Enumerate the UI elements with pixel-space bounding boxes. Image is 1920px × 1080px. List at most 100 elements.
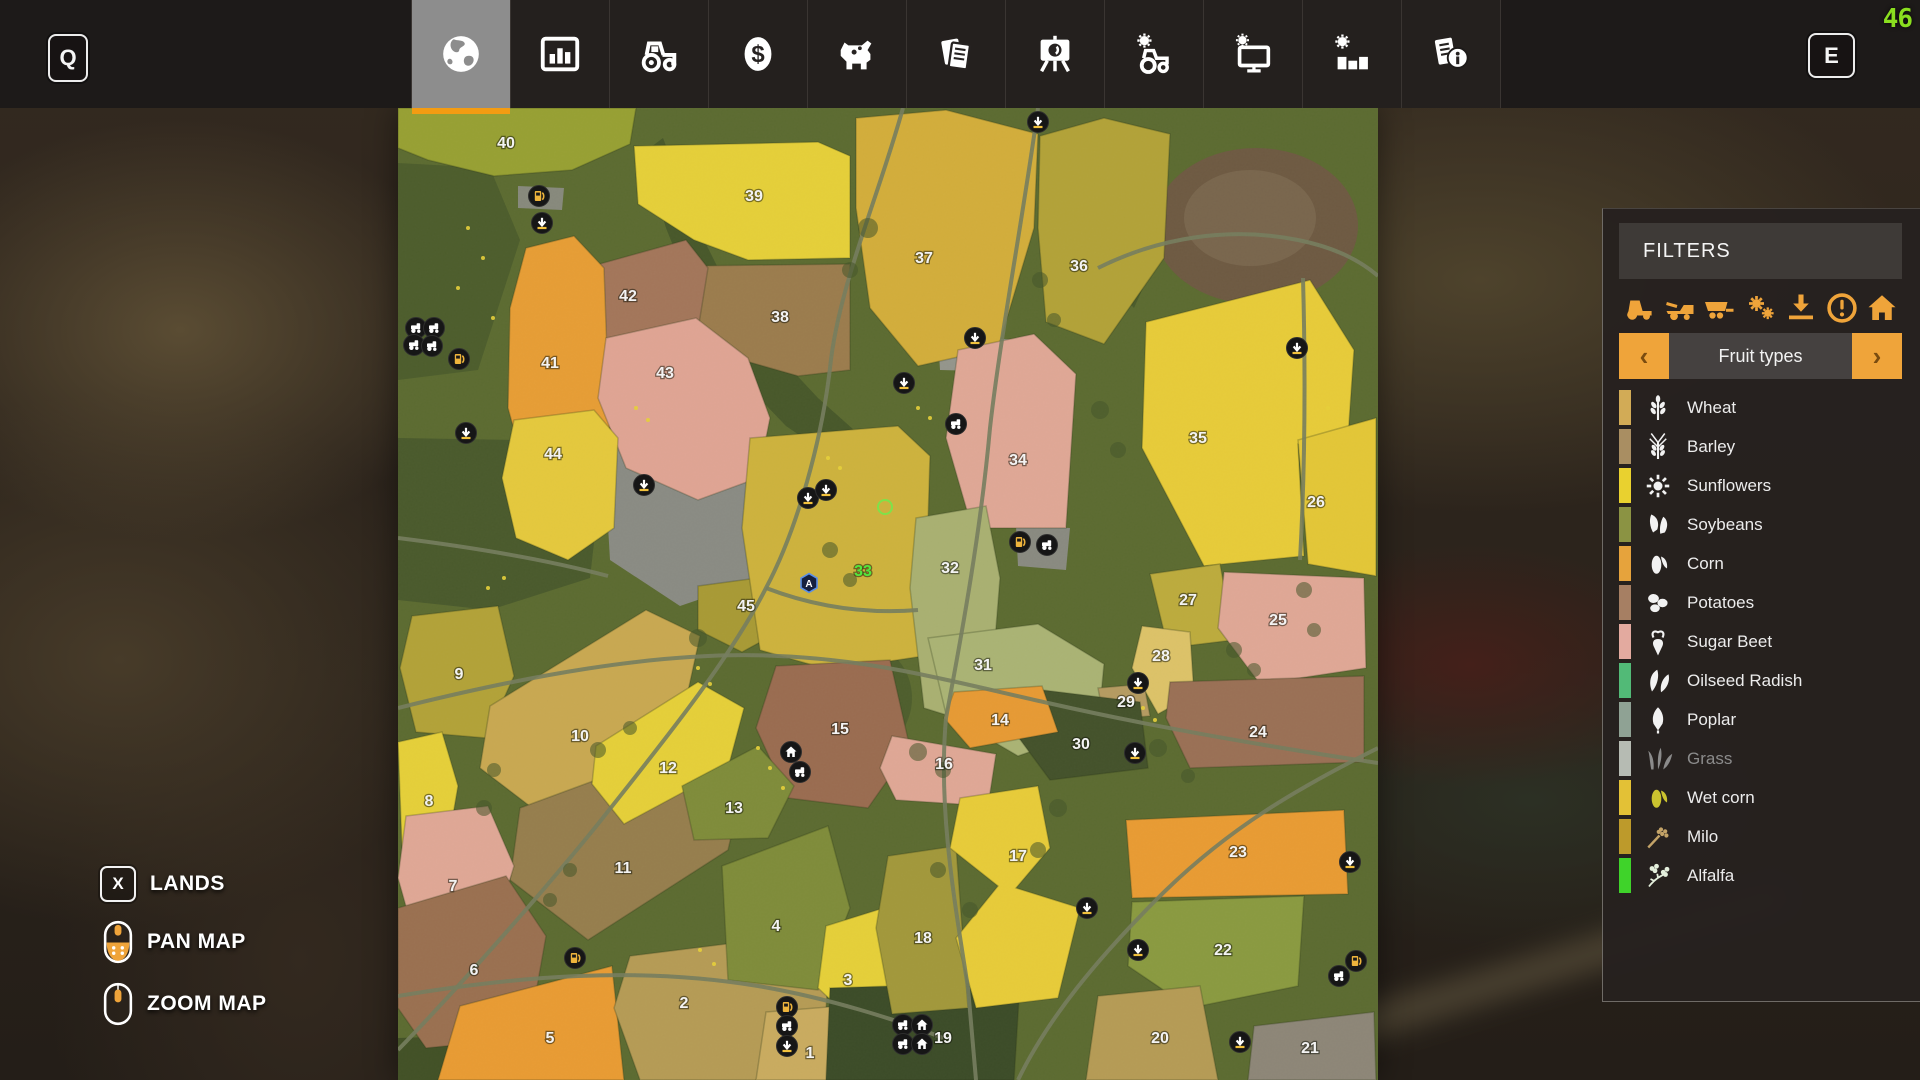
hotspot-download-icon[interactable] xyxy=(777,1036,798,1057)
fruit-filter-sunflowers[interactable]: Sunflowers xyxy=(1619,466,1902,505)
fruit-filter-potatoes[interactable]: Potatoes xyxy=(1619,583,1902,622)
sunflower-icon xyxy=(1643,471,1673,501)
fruit-filter-grass[interactable]: Grass xyxy=(1619,739,1902,778)
fruit-filter-wheat[interactable]: Wheat xyxy=(1619,388,1902,427)
fruit-filter-milo[interactable]: Milo xyxy=(1619,817,1902,856)
fruit-label: Soybeans xyxy=(1687,515,1763,535)
fruit-filter-corn[interactable]: Corn xyxy=(1619,544,1902,583)
hotspot-download-icon[interactable] xyxy=(634,475,655,496)
hotspot-vehicle-icon[interactable] xyxy=(946,414,967,435)
hotspot-fuel-icon[interactable] xyxy=(1010,532,1031,553)
field-number-22: 22 xyxy=(1214,942,1232,959)
hotspot-vehicle-icon[interactable] xyxy=(893,1034,914,1055)
tab-garage[interactable] xyxy=(1104,0,1203,108)
hotspot-download-icon[interactable] xyxy=(1028,112,1049,133)
tab-vehicles[interactable] xyxy=(609,0,708,108)
field-number-4: 4 xyxy=(772,918,781,935)
map-controls-legend: X LANDS PAN MAP ZOOM MAP xyxy=(100,866,267,1044)
monitor-gear-icon xyxy=(1230,31,1276,77)
tab-ai-workers[interactable] xyxy=(1203,0,1302,108)
hotspot-fuel-icon[interactable] xyxy=(449,349,470,370)
hotspot-vehicle-icon[interactable] xyxy=(1329,966,1350,987)
field-number-14: 14 xyxy=(991,712,1009,729)
hotspot-vehicle-icon[interactable] xyxy=(422,336,443,357)
hotspot-download-icon[interactable] xyxy=(456,423,477,444)
hotspot-fuel-icon[interactable] xyxy=(777,997,798,1018)
hotspot-vehicle-icon[interactable] xyxy=(893,1015,914,1036)
hotspot-download-icon[interactable] xyxy=(965,328,986,349)
hotspot-vehicle-icon[interactable] xyxy=(777,1016,798,1037)
hotspot-download-icon[interactable] xyxy=(1128,940,1149,961)
globe-icon xyxy=(438,31,484,77)
svg-text:$: $ xyxy=(751,41,764,68)
field-number-29: 29 xyxy=(1117,694,1135,711)
field-number-38: 38 xyxy=(771,309,789,326)
filter-house-icon[interactable] xyxy=(1864,290,1900,326)
info-icon xyxy=(1428,31,1474,77)
fruit-color-swatch xyxy=(1619,624,1631,659)
fruit-label: Wet corn xyxy=(1687,788,1755,808)
contracts-icon xyxy=(933,31,979,77)
field-number-23: 23 xyxy=(1229,844,1247,861)
tab-finances[interactable]: $ xyxy=(708,0,807,108)
fruit-color-swatch xyxy=(1619,858,1631,893)
category-prev-button[interactable]: ‹ xyxy=(1619,333,1669,379)
hotspot-vehicle-icon[interactable] xyxy=(1037,535,1058,556)
fruit-filter-oilseed-radish[interactable]: Oilseed Radish xyxy=(1619,661,1902,700)
fruit-filter-poplar[interactable]: Poplar xyxy=(1619,700,1902,739)
tab-map[interactable] xyxy=(411,0,510,108)
field-number-44: 44 xyxy=(544,446,562,463)
hotspot-fuel-icon[interactable] xyxy=(1346,951,1367,972)
lands-control[interactable]: X LANDS xyxy=(100,866,267,902)
map-viewport[interactable]: A403938373635264241434434453332312725282… xyxy=(398,108,1378,1080)
fruit-filter-barley[interactable]: Barley xyxy=(1619,427,1902,466)
hotspot-house-icon[interactable] xyxy=(912,1034,933,1055)
hotkey-e-button[interactable]: E xyxy=(1808,33,1855,78)
tab-production-chains[interactable] xyxy=(1005,0,1104,108)
filter-download-icon[interactable] xyxy=(1783,290,1819,326)
hotspot-house-icon[interactable] xyxy=(912,1015,933,1036)
hotspot-download-icon[interactable] xyxy=(1125,743,1146,764)
hotspot-download-icon[interactable] xyxy=(1340,852,1361,873)
filter-harvester-icon[interactable] xyxy=(1662,290,1698,326)
hotspot-fuel-icon[interactable] xyxy=(529,186,550,207)
farm-map-svg[interactable]: A403938373635264241434434453332312725282… xyxy=(398,108,1378,1080)
hotspot-download-icon[interactable] xyxy=(1230,1032,1251,1053)
hotspot-vehicle-icon[interactable] xyxy=(790,762,811,783)
corn-icon xyxy=(1643,549,1673,579)
fruit-label: Potatoes xyxy=(1687,593,1754,613)
field-number-13: 13 xyxy=(725,800,743,817)
fruit-filter-soybeans[interactable]: Soybeans xyxy=(1619,505,1902,544)
fruit-filter-sugar-beet[interactable]: Sugar Beet xyxy=(1619,622,1902,661)
tab-productions[interactable] xyxy=(1302,0,1401,108)
fruit-filter-alfalfa[interactable]: Alfalfa xyxy=(1619,856,1902,895)
hotspot-download-icon[interactable] xyxy=(1128,673,1149,694)
filter-tractor-icon[interactable] xyxy=(1621,290,1657,326)
hotspot-download-icon[interactable] xyxy=(894,373,915,394)
hotspot-fuel-icon[interactable] xyxy=(565,948,586,969)
fruit-color-swatch xyxy=(1619,429,1631,464)
x-key-icon: X xyxy=(100,866,136,902)
filter-trailer-icon[interactable] xyxy=(1702,290,1738,326)
fruit-label: Sugar Beet xyxy=(1687,632,1772,652)
filter-warning-icon[interactable] xyxy=(1824,290,1860,326)
soybeans-icon xyxy=(1643,510,1673,540)
hotspot-download-icon[interactable] xyxy=(816,480,837,501)
fruit-filter-wet-corn[interactable]: Wet corn xyxy=(1619,778,1902,817)
hotspot-house-icon[interactable] xyxy=(781,742,802,763)
fruit-color-swatch xyxy=(1619,819,1631,854)
hotspot-download-icon[interactable] xyxy=(1077,898,1098,919)
category-next-button[interactable]: › xyxy=(1852,333,1902,379)
tab-statistics[interactable] xyxy=(510,0,609,108)
field-number-36: 36 xyxy=(1070,258,1088,275)
tab-game-info[interactable] xyxy=(1401,0,1501,108)
hotspot-download-icon[interactable] xyxy=(532,213,553,234)
tab-contracts[interactable] xyxy=(906,0,1005,108)
field-number-3: 3 xyxy=(844,972,853,989)
player-marker-icon: A xyxy=(801,574,817,593)
filter-gears-icon[interactable] xyxy=(1743,290,1779,326)
tab-animals[interactable] xyxy=(807,0,906,108)
hotspot-download-icon[interactable] xyxy=(1287,338,1308,359)
zoom-map-label: ZOOM MAP xyxy=(147,992,267,1016)
hotkey-q-button[interactable]: Q xyxy=(48,34,88,82)
